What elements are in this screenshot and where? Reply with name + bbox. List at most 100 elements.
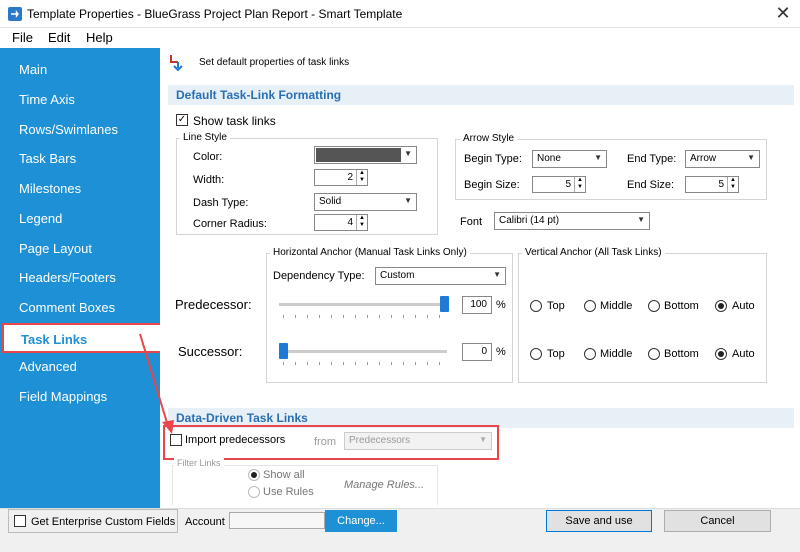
filter-links-title: Filter Links <box>174 458 224 468</box>
succ-vertical-bottom-label: Bottom <box>664 348 699 360</box>
successor-label: Successor: <box>178 344 243 359</box>
pred-vertical-middle-radio[interactable] <box>584 300 596 312</box>
menu-file[interactable]: File <box>12 30 33 45</box>
successor-slider-thumb[interactable] <box>279 343 288 359</box>
chevron-down-icon: ▼ <box>404 149 412 158</box>
corner-radius-label: Corner Radius: <box>193 218 267 230</box>
predecessor-label: Predecessor: <box>175 297 252 312</box>
cancel-button[interactable]: Cancel <box>664 510 771 532</box>
sidebar-item-legend[interactable]: Legend <box>19 211 62 226</box>
end-type-value: Arrow <box>690 153 717 164</box>
color-dropdown[interactable]: ▼ <box>314 146 417 164</box>
dependency-type-label: Dependency Type: <box>273 270 365 282</box>
horizontal-anchor-title: Horizontal Anchor (Manual Task Links Onl… <box>270 247 470 258</box>
succ-vertical-bottom-radio[interactable] <box>648 348 660 360</box>
sidebar-item-comment-boxes[interactable]: Comment Boxes <box>19 300 115 315</box>
predecessor-percent: % <box>496 299 506 311</box>
sidebar-item-headers-footers[interactable]: Headers/Footers <box>19 270 116 285</box>
dependency-type-dropdown[interactable]: Custom ▼ <box>375 267 506 285</box>
begin-size-stepper[interactable]: 5 ▲ ▼ <box>532 176 586 193</box>
from-label: from <box>314 436 336 448</box>
begin-type-label: Begin Type: <box>464 153 522 165</box>
section-default-formatting: Default Task-Link Formatting <box>168 85 794 105</box>
width-label: Width: <box>193 174 225 186</box>
width-value: 2 <box>347 172 353 183</box>
change-button[interactable]: Change... <box>325 510 397 532</box>
stepper-arrows-icon[interactable]: ▲ ▼ <box>356 215 367 230</box>
app-icon <box>8 7 22 21</box>
chevron-down-icon: ▼ <box>479 435 487 444</box>
font-dropdown[interactable]: Calibri (14 pt) ▼ <box>494 212 650 230</box>
show-task-links-label: Show task links <box>193 114 276 128</box>
pred-vertical-top-radio[interactable] <box>530 300 542 312</box>
show-all-radio[interactable] <box>248 469 260 481</box>
task-link-icon <box>170 55 183 71</box>
save-and-use-button[interactable]: Save and use <box>546 510 652 532</box>
end-type-dropdown[interactable]: Arrow ▼ <box>685 150 760 168</box>
pred-vertical-middle-label: Middle <box>600 300 633 312</box>
sidebar-item-main[interactable]: Main <box>19 62 47 77</box>
end-type-label: End Type: <box>627 153 677 165</box>
succ-vertical-middle-radio[interactable] <box>584 348 596 360</box>
show-task-links-checkbox[interactable]: ✓ <box>176 114 188 126</box>
successor-slider-ticks <box>283 362 448 365</box>
sidebar-item-time-axis[interactable]: Time Axis <box>19 92 75 107</box>
succ-vertical-middle-label: Middle <box>600 348 633 360</box>
menu-help[interactable]: Help <box>86 30 113 45</box>
sidebar-item-task-bars[interactable]: Task Bars <box>19 151 76 166</box>
vertical-anchor-title: Vertical Anchor (All Task Links) <box>522 247 665 258</box>
predecessor-slider-thumb[interactable] <box>440 296 449 312</box>
menu-bar: File Edit Help <box>0 28 800 48</box>
successor-value[interactable]: 0 <box>462 343 492 361</box>
title-bar: Template Properties - BlueGrass Project … <box>0 0 800 28</box>
from-dropdown[interactable]: Predecessors ▼ <box>344 432 492 450</box>
page-description: Set default properties of task links <box>199 57 350 68</box>
vertical-anchor-group <box>518 253 767 383</box>
width-stepper[interactable]: 2 ▲ ▼ <box>314 169 368 186</box>
succ-vertical-top-radio[interactable] <box>530 348 542 360</box>
predecessor-slider-ticks <box>283 315 448 318</box>
dash-type-dropdown[interactable]: Solid ▼ <box>314 193 417 211</box>
successor-slider-track[interactable] <box>279 350 447 353</box>
chevron-down-icon: ▼ <box>493 270 501 279</box>
pred-vertical-auto-label: Auto <box>732 300 755 312</box>
sidebar-item-field-mappings[interactable]: Field Mappings <box>19 389 107 404</box>
pred-vertical-bottom-radio[interactable] <box>648 300 660 312</box>
succ-vertical-top-label: Top <box>547 348 565 360</box>
pred-vertical-auto-radio[interactable] <box>715 300 727 312</box>
stepper-arrows-icon[interactable]: ▲ ▼ <box>574 177 585 192</box>
sidebar-item-page-layout[interactable]: Page Layout <box>19 241 92 256</box>
corner-radius-value: 4 <box>347 217 353 228</box>
color-label: Color: <box>193 151 223 163</box>
predecessor-slider-track[interactable] <box>279 303 447 306</box>
dash-type-value: Solid <box>319 196 342 207</box>
succ-vertical-auto-radio[interactable] <box>715 348 727 360</box>
begin-type-dropdown[interactable]: None ▼ <box>532 150 607 168</box>
end-size-stepper[interactable]: 5 ▲ ▼ <box>685 176 739 193</box>
enterprise-fields-box <box>8 509 178 533</box>
chevron-down-icon: ▼ <box>404 196 412 205</box>
close-icon[interactable]: ✕ <box>770 2 796 24</box>
font-label: Font <box>460 216 483 228</box>
use-rules-label: Use Rules <box>263 486 314 498</box>
corner-radius-stepper[interactable]: 4 ▲ ▼ <box>314 214 368 231</box>
sidebar-item-advanced[interactable]: Advanced <box>19 359 77 374</box>
chevron-down-icon: ▼ <box>594 153 602 162</box>
manage-rules-link[interactable]: Manage Rules... <box>344 479 424 491</box>
menu-edit[interactable]: Edit <box>48 30 70 45</box>
dash-type-label: Dash Type: <box>193 197 249 209</box>
succ-vertical-auto-label: Auto <box>732 348 755 360</box>
account-field[interactable] <box>229 512 325 529</box>
sidebar-item-milestones[interactable]: Milestones <box>19 181 81 196</box>
color-swatch <box>316 148 401 162</box>
stepper-arrows-icon[interactable]: ▲ ▼ <box>356 170 367 185</box>
end-size-value: 5 <box>718 179 724 190</box>
begin-type-value: None <box>537 153 561 164</box>
stepper-arrows-icon[interactable]: ▲ ▼ <box>727 177 738 192</box>
pred-vertical-top-label: Top <box>547 300 565 312</box>
use-rules-radio[interactable] <box>248 486 260 498</box>
sidebar-item-rows-swimlanes[interactable]: Rows/Swimlanes <box>19 122 118 137</box>
dependency-type-value: Custom <box>380 270 415 281</box>
predecessor-value[interactable]: 100 <box>462 296 492 314</box>
begin-size-label: Begin Size: <box>464 179 520 191</box>
